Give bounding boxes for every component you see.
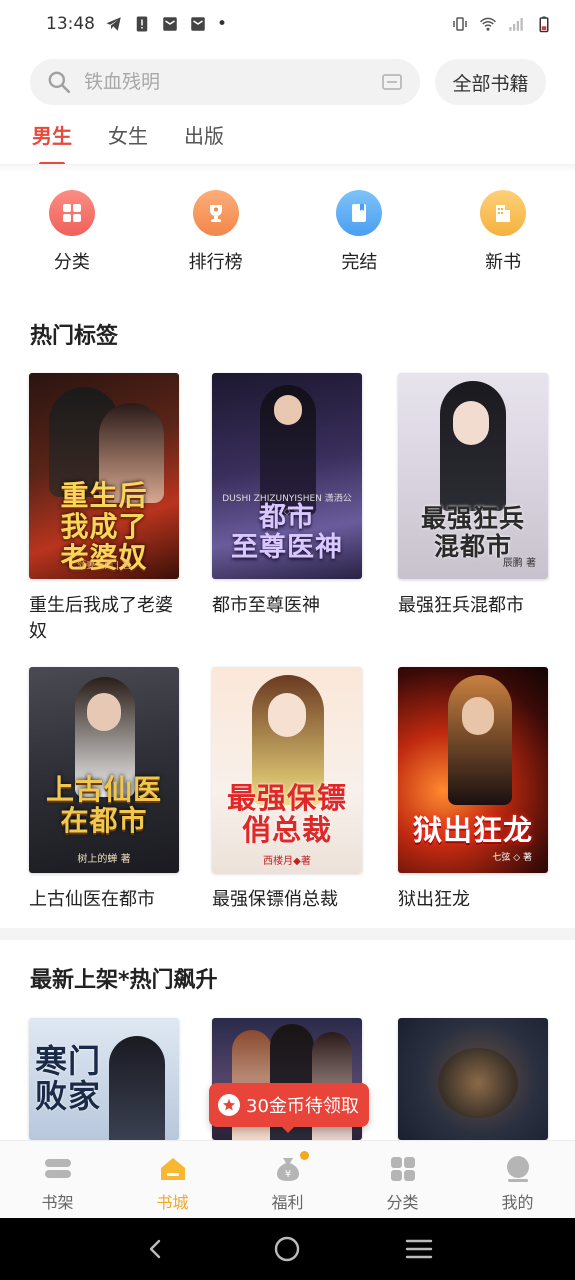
scan-icon[interactable] xyxy=(380,70,404,94)
mail-icon xyxy=(161,15,179,33)
book-icon xyxy=(336,190,383,236)
book-title: 都市至尊医神 xyxy=(212,595,320,616)
book-cover[interactable]: 狱出狂龙 七弦 ◇ 著 xyxy=(398,667,548,873)
alert-icon xyxy=(133,15,151,33)
cover-author: 七弦 ◇ 著 xyxy=(492,853,532,863)
book-cover[interactable]: 最强狂兵 混都市 辰鹏 著 xyxy=(398,373,548,579)
cover-title: 狱出狂龙 xyxy=(412,813,533,847)
book-title: 重生后我成了老婆奴 xyxy=(29,595,173,642)
back-icon[interactable] xyxy=(141,1234,171,1264)
all-books-button[interactable]: 全部书籍 xyxy=(435,59,546,105)
bookstore-icon xyxy=(158,1155,188,1183)
search-input[interactable] xyxy=(84,71,380,93)
building-icon xyxy=(480,190,527,236)
nav-label: 我的 xyxy=(501,1193,534,1212)
cover-author: 树上的蝉 著 xyxy=(77,854,131,865)
cover-title: 最强狂兵 混都市 xyxy=(420,504,525,561)
tab-male[interactable]: 男生 xyxy=(32,118,72,166)
nav-label: 书架 xyxy=(41,1193,74,1212)
cover-author: 西楼月◆著 xyxy=(263,856,311,867)
book-card[interactable]: 最强保镖 俏总裁 西楼月◆著 最强保镖俏总裁 xyxy=(212,667,364,913)
quick-entry-label: 新书 xyxy=(485,252,522,273)
nav-label: 书城 xyxy=(156,1193,189,1212)
quick-entry-new[interactable]: 新书 xyxy=(431,190,575,274)
money-bag-icon: ¥ xyxy=(273,1151,309,1183)
tab-female[interactable]: 女生 xyxy=(108,118,148,162)
trophy-icon xyxy=(192,190,239,236)
quick-entry-ranking[interactable]: 排行榜 xyxy=(144,190,288,274)
cover-title: 最强保镖 俏总裁 xyxy=(226,781,347,847)
tab-publish[interactable]: 出版 xyxy=(184,118,224,162)
nav-welfare[interactable]: ¥ 福利 xyxy=(230,1141,345,1218)
cover-title: 上古仙医 在都市 xyxy=(45,773,162,837)
signal-icon xyxy=(507,15,525,33)
nav-bookstore[interactable]: 书城 xyxy=(115,1141,230,1218)
grid-icon xyxy=(48,190,95,236)
nav-bookshelf[interactable]: 书架 xyxy=(0,1141,115,1218)
cover-title: 寒门 败家 xyxy=(34,1042,101,1116)
star-coin-icon xyxy=(218,1094,240,1116)
quick-entry-completed[interactable]: 完结 xyxy=(288,190,432,274)
status-time: 13:48 xyxy=(46,14,95,34)
quick-entry-label: 排行榜 xyxy=(188,252,243,273)
recents-menu-icon[interactable] xyxy=(404,1234,434,1264)
vibrate-icon xyxy=(451,15,469,33)
quick-entry-label: 完结 xyxy=(341,252,378,273)
home-icon[interactable] xyxy=(272,1234,302,1264)
nav-category[interactable]: 分类 xyxy=(345,1141,460,1218)
book-card[interactable]: 寒门 败家 xyxy=(29,1018,181,1140)
hot-tags-title: 热门标签 xyxy=(30,324,119,349)
book-cover[interactable]: 重生后 我成了 老婆奴 领妻大师 | 著 xyxy=(29,373,179,579)
gender-tabs: 男生 女生 出版 xyxy=(32,118,224,166)
nav-profile[interactable]: 我的 xyxy=(460,1141,575,1218)
cover-author: 领妻大师 | 著 xyxy=(77,561,131,571)
profile-icon xyxy=(503,1155,533,1183)
mail-icon-2 xyxy=(189,15,207,33)
coin-reward-label: 30金币待领取 xyxy=(246,1096,359,1117)
section-separator xyxy=(0,928,575,940)
nav-label: 分类 xyxy=(386,1193,419,1212)
battery-icon xyxy=(535,15,553,33)
search-box[interactable] xyxy=(30,59,420,105)
wifi-icon xyxy=(479,15,497,33)
book-card[interactable]: 重生后 我成了 老婆奴 领妻大师 | 著 重生后我成了老婆奴 xyxy=(29,373,181,645)
book-card[interactable]: DUSHI ZHIZUNYISHEN 潇洒公子 ◇ 著 都市 至尊医神 都市至尊… xyxy=(212,373,364,619)
book-card[interactable]: 上古仙医 在都市 树上的蝉 著 上古仙医在都市 xyxy=(29,667,181,913)
book-card[interactable] xyxy=(398,1018,550,1140)
status-bar: 13:48 • xyxy=(0,0,575,48)
book-card[interactable]: 狱出狂龙 七弦 ◇ 著 狱出狂龙 xyxy=(398,667,550,913)
book-card[interactable]: 最强狂兵 混都市 辰鹏 著 最强狂兵混都市 xyxy=(398,373,550,619)
category-icon xyxy=(388,1155,418,1183)
bottom-nav: 书架 书城 ¥ 福利 分类 我的 xyxy=(0,1140,575,1218)
book-title: 狱出狂龙 xyxy=(398,889,470,910)
book-cover[interactable]: 上古仙医 在都市 树上的蝉 著 xyxy=(29,667,179,873)
notification-dot xyxy=(299,1151,309,1160)
svg-text:¥: ¥ xyxy=(284,1169,290,1180)
book-title: 最强保镖俏总裁 xyxy=(212,889,338,910)
quick-entry-category[interactable]: 分类 xyxy=(0,190,144,274)
quick-entry-label: 分类 xyxy=(53,252,90,273)
cover-title: 都市 至尊医神 xyxy=(231,502,343,563)
book-title: 最强狂兵混都市 xyxy=(398,595,524,616)
system-nav-bar xyxy=(0,1218,575,1280)
quick-entries: 分类 排行榜 完结 新书 xyxy=(0,190,575,274)
book-title: 上古仙医在都市 xyxy=(29,889,155,910)
nav-label: 福利 xyxy=(271,1193,304,1212)
book-cover[interactable]: 寒门 败家 xyxy=(29,1018,179,1140)
search-row: 全部书籍 xyxy=(30,58,546,106)
new-arrivals-title: 最新上架*热门飙升 xyxy=(30,968,218,993)
search-icon xyxy=(48,71,71,94)
book-cover[interactable]: DUSHI ZHIZUNYISHEN 潇洒公子 ◇ 著 都市 至尊医神 xyxy=(212,373,362,579)
tab-divider xyxy=(0,164,575,172)
telegram-icon xyxy=(105,15,123,33)
book-cover[interactable]: 最强保镖 俏总裁 西楼月◆著 xyxy=(212,667,362,873)
coin-reward-button[interactable]: 30金币待领取 xyxy=(209,1083,369,1133)
cover-author: 辰鹏 著 xyxy=(502,558,536,569)
book-cover[interactable] xyxy=(398,1018,548,1140)
status-dot: • xyxy=(217,14,228,34)
bookshelf-icon xyxy=(43,1155,73,1183)
